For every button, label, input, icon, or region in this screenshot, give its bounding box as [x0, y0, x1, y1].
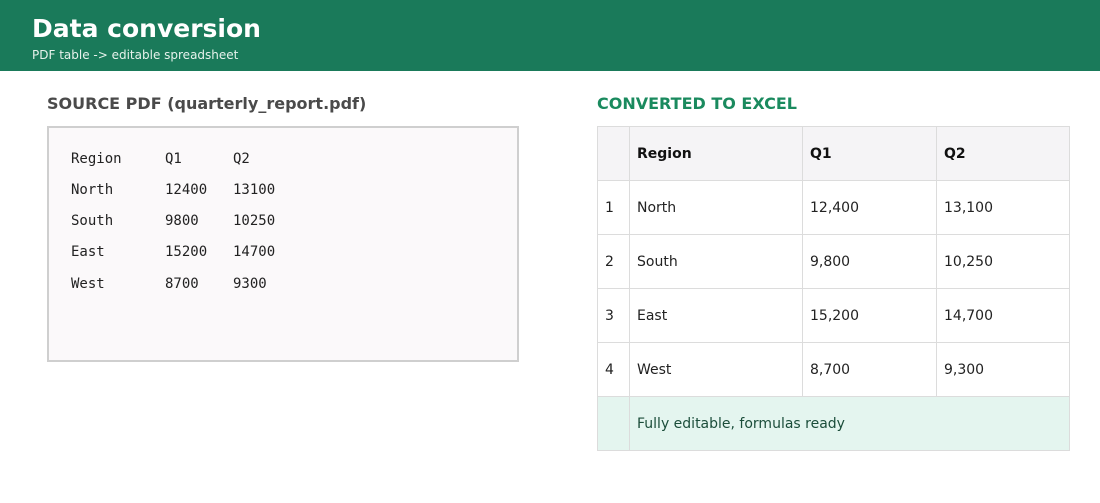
source-pdf-title: SOURCE PDF (quarterly_report.pdf): [47, 94, 367, 113]
pdf-cell: Q2: [233, 151, 250, 167]
cell-region[interactable]: West: [629, 342, 803, 397]
pdf-cell: North: [71, 182, 114, 198]
cell-q2[interactable]: 10,250: [936, 234, 1070, 289]
converted-excel-title: CONVERTED TO EXCEL: [597, 94, 797, 113]
column-header-q1[interactable]: Q1: [802, 126, 937, 181]
app-header: Data conversion PDF table -> editable sp…: [0, 0, 1100, 71]
pdf-cell: West: [71, 276, 105, 292]
row-number-header[interactable]: [597, 126, 630, 181]
row-number[interactable]: 1: [597, 180, 630, 235]
page-subtitle: PDF table -> editable spreadsheet: [32, 48, 239, 62]
page-title: Data conversion: [32, 14, 261, 43]
pdf-cell: 14700: [233, 244, 276, 260]
pdf-cell: East: [71, 244, 105, 260]
cell-q1[interactable]: 12,400: [802, 180, 937, 235]
cell-region[interactable]: South: [629, 234, 803, 289]
source-pdf-panel: Region Q1 Q2 North 12400 13100 South 980…: [47, 126, 519, 362]
cell-q2[interactable]: 13,100: [936, 180, 1070, 235]
pdf-cell: 13100: [233, 182, 276, 198]
cell-region[interactable]: East: [629, 288, 803, 343]
pdf-cell: South: [71, 213, 114, 229]
excel-header-row: Region Q1 Q2: [597, 126, 1070, 181]
pdf-cell: Region: [71, 151, 122, 167]
table-row: 1 North 12,400 13,100: [597, 180, 1070, 235]
footer-note: Fully editable, formulas ready: [629, 396, 937, 451]
pdf-cell: 10250: [233, 213, 276, 229]
pdf-cell: 9300: [233, 276, 267, 292]
table-row: 3 East 15,200 14,700: [597, 288, 1070, 343]
footer-blank-cell[interactable]: [936, 396, 1070, 451]
pdf-cell: 12400: [165, 182, 208, 198]
cell-q1[interactable]: 15,200: [802, 288, 937, 343]
cell-q1[interactable]: 9,800: [802, 234, 937, 289]
table-row: 2 South 9,800 10,250: [597, 234, 1070, 289]
column-header-q2[interactable]: Q2: [936, 126, 1070, 181]
cell-q2[interactable]: 14,700: [936, 288, 1070, 343]
excel-table: Region Q1 Q2 1 North 12,400 13,100 2 Sou…: [597, 126, 1070, 451]
cell-region[interactable]: North: [629, 180, 803, 235]
pdf-cell: 8700: [165, 276, 199, 292]
row-number[interactable]: 3: [597, 288, 630, 343]
pdf-cell: 15200: [165, 244, 208, 260]
excel-footer-row: Fully editable, formulas ready: [597, 396, 1070, 451]
cell-q1[interactable]: 8,700: [802, 342, 937, 397]
row-number[interactable]: 2: [597, 234, 630, 289]
column-header-region[interactable]: Region: [629, 126, 803, 181]
footer-blank-cell[interactable]: [597, 396, 630, 451]
cell-q2[interactable]: 9,300: [936, 342, 1070, 397]
pdf-cell: 9800: [165, 213, 199, 229]
table-row: 4 West 8,700 9,300: [597, 342, 1070, 397]
row-number[interactable]: 4: [597, 342, 630, 397]
pdf-cell: Q1: [165, 151, 182, 167]
